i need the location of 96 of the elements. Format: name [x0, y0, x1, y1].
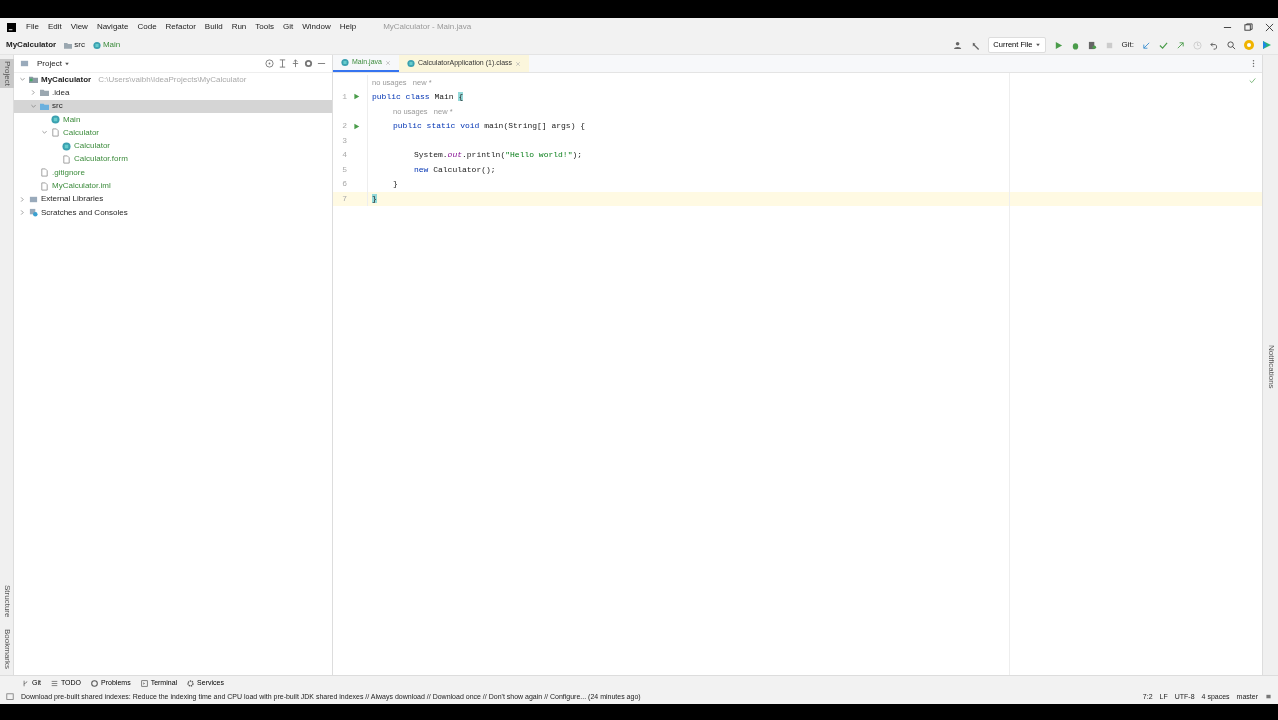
list-icon — [50, 678, 58, 688]
panel-title[interactable]: Project — [37, 57, 70, 70]
user-icon[interactable] — [954, 40, 964, 50]
item-label: .idea — [52, 86, 70, 99]
code-line: public class Main { — [372, 90, 464, 103]
tool-window-tab[interactable]: Structure — [0, 582, 13, 619]
git-label: Git: — [1121, 39, 1134, 51]
class-icon — [92, 40, 101, 50]
folder-icon — [29, 75, 38, 85]
class-icon — [341, 58, 349, 67]
undo-icon[interactable] — [1210, 40, 1219, 50]
menu-item[interactable]: Window — [302, 21, 331, 33]
tree-item[interactable]: MyCalculator.iml — [14, 179, 332, 193]
item-label: Main — [63, 113, 81, 126]
line-number: 4 — [341, 149, 347, 162]
window-title: MyCalculator - Main.java — [383, 21, 472, 33]
tool-window-tab[interactable]: Bookmarks — [0, 627, 13, 671]
tree-item[interactable]: src — [14, 99, 332, 113]
coverage-icon[interactable] — [1087, 40, 1097, 50]
menu-item[interactable]: Tools — [255, 21, 274, 33]
caret-icon — [1034, 42, 1041, 48]
library-icon — [29, 194, 38, 204]
check-icon — [1249, 77, 1256, 84]
tree-item[interactable]: MyCalculator C:\Users\vaibh\IdeaProjects\MyCalculator — [14, 73, 332, 87]
close-icon[interactable] — [1265, 22, 1274, 32]
app-logo-icon — [6, 22, 17, 32]
folder-icon — [64, 40, 73, 50]
path-text: C:\Users\vaibh\IdeaProjects\MyCalculator — [98, 73, 247, 86]
push-arrow-icon[interactable] — [1176, 40, 1185, 50]
collapse-icon[interactable] — [291, 59, 300, 68]
breadcrumb-item[interactable]: MyCalculator — [6, 39, 57, 51]
update-arrow-icon[interactable] — [1142, 40, 1151, 50]
menu-item[interactable]: Git — [283, 21, 294, 33]
class-icon — [62, 141, 71, 151]
plugin-logo-icon[interactable] — [1262, 40, 1272, 50]
menu-item[interactable]: Navigate — [96, 21, 129, 33]
code-line: public static void main(String[] args) { — [393, 120, 586, 133]
item-label: External Libraries — [41, 193, 104, 206]
code-line: } — [393, 178, 398, 191]
breadcrumb-item[interactable]: Main — [102, 39, 121, 51]
caret-icon — [63, 60, 70, 67]
tree-item[interactable]: Calculator.form — [14, 152, 332, 167]
item-label: Calculator — [74, 140, 110, 153]
tree-item[interactable]: Calculator — [14, 126, 332, 140]
tree-item[interactable]: .gitignore — [14, 166, 332, 180]
check-icon[interactable] — [1159, 40, 1168, 50]
code-line: new Calculator(); — [414, 163, 496, 176]
item-label: MyCalculator — [41, 73, 92, 86]
item-label: .gitignore — [52, 166, 85, 179]
restore-icon[interactable] — [1244, 22, 1253, 32]
line-number: 3 — [341, 134, 347, 147]
menu-item[interactable]: Help — [339, 21, 357, 33]
line-number: 5 — [341, 163, 347, 176]
code-line: System.out.println("Hello world!"); — [414, 149, 583, 162]
terminal-icon — [140, 678, 148, 688]
locate-icon[interactable] — [265, 59, 274, 68]
run-icon[interactable] — [1053, 40, 1063, 50]
menu-item[interactable]: Run — [231, 21, 247, 33]
tree-item[interactable]: Scratches and Consoles — [14, 205, 332, 220]
class-icon — [406, 59, 415, 68]
tree-item[interactable]: External Libraries — [14, 192, 332, 206]
scratches-icon — [29, 208, 38, 218]
run-icon[interactable] — [352, 93, 360, 101]
file-icon — [51, 128, 60, 138]
menu-item[interactable]: View — [70, 21, 88, 33]
folder-icon — [20, 59, 29, 68]
settings-icon[interactable] — [304, 59, 313, 68]
settings-icon — [187, 678, 195, 688]
tree-item[interactable]: Main — [14, 112, 332, 127]
file-icon — [62, 154, 71, 164]
item-label: src — [52, 100, 63, 113]
breadcrumb-item[interactable]: src — [74, 39, 85, 51]
menu-item[interactable]: Build — [204, 21, 223, 33]
menu-item[interactable]: Refactor — [165, 21, 196, 33]
expand-icon[interactable] — [278, 59, 287, 68]
line-number: 1 — [341, 90, 347, 103]
menu-item[interactable]: Edit — [47, 21, 62, 33]
line-number: 2 — [341, 120, 347, 133]
item-label: MyCalculator.iml — [52, 180, 111, 192]
line-number: 7 — [341, 193, 347, 206]
tree-item[interactable]: .idea — [14, 86, 332, 100]
item-label: Calculator.form — [74, 153, 128, 166]
menu-item[interactable]: File — [26, 21, 39, 33]
menu-item[interactable]: Code — [137, 21, 157, 33]
tool-window-tab[interactable]: Project — [0, 59, 14, 88]
search-icon[interactable] — [1227, 40, 1236, 50]
update-badge-icon[interactable] — [1244, 40, 1254, 50]
branch-icon — [22, 678, 29, 688]
item-label: Calculator — [63, 126, 99, 139]
item-label: Scratches and Consoles — [41, 206, 128, 219]
tree-item[interactable]: Calculator — [14, 139, 332, 153]
run-icon[interactable] — [352, 122, 360, 130]
class-icon — [51, 115, 60, 125]
message-icon[interactable] — [6, 693, 14, 701]
hammer-icon[interactable] — [971, 40, 981, 50]
line-number: 6 — [341, 178, 347, 191]
